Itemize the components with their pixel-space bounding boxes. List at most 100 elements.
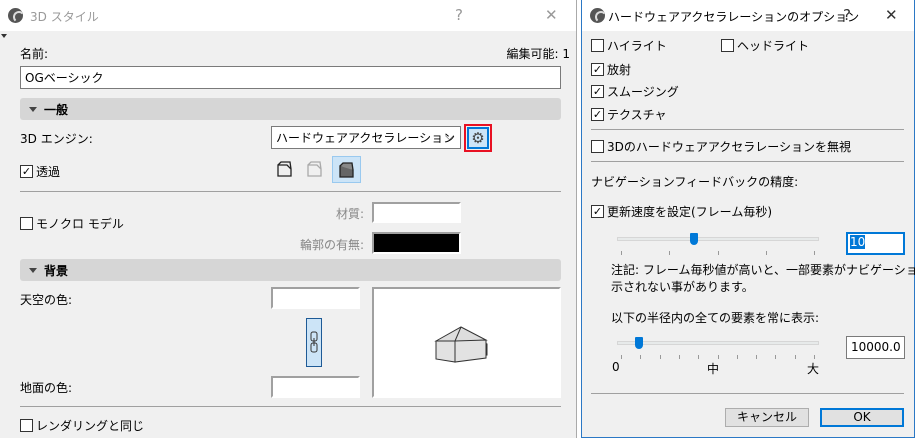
checkbox-icon xyxy=(20,419,33,432)
texture-checkbox[interactable]: ✓ テクスチャ xyxy=(591,106,667,123)
slider-thumb[interactable] xyxy=(635,337,644,349)
same-as-rendering-label: レンダリングと同じ xyxy=(36,419,145,433)
material-color-swatch[interactable] xyxy=(372,202,461,223)
ignore-hw-acceleration-label: 3Dのハードウェアアクセラレーションを無視 xyxy=(607,140,852,154)
checkbox-icon xyxy=(20,217,33,230)
divider xyxy=(20,406,561,407)
tick xyxy=(678,355,680,359)
tick xyxy=(659,355,661,359)
tick xyxy=(669,251,670,255)
monochrome-label: モノクロ モデル xyxy=(36,217,124,231)
monochrome-checkbox[interactable]: モノクロ モデル xyxy=(20,215,124,232)
scale-mid-label: 中 xyxy=(707,362,720,376)
background-preview xyxy=(372,287,561,398)
ground-color-label: 地面の色: xyxy=(20,381,73,395)
house-preview-icon xyxy=(434,326,488,363)
smoothing-checkbox[interactable]: ✓ スムージング xyxy=(591,83,679,100)
general-section-header[interactable]: 一般 xyxy=(20,98,561,120)
help-button[interactable]: ? xyxy=(843,6,851,24)
shaded-mode-button[interactable] xyxy=(332,156,361,183)
sky-color-swatch[interactable] xyxy=(271,287,360,309)
engine-settings-button[interactable]: ⚙ xyxy=(464,124,492,152)
engine-label: 3D エンジン: xyxy=(20,132,93,146)
background-section-header[interactable]: 背景 xyxy=(20,259,561,281)
scale-max-label: 大 xyxy=(807,362,820,376)
contour-color-swatch[interactable] xyxy=(372,232,461,254)
close-button[interactable]: ✕ xyxy=(885,6,898,24)
checkbox-icon: ✓ xyxy=(591,63,604,76)
checkbox-icon: ✓ xyxy=(591,85,604,98)
transparency-checkbox[interactable]: ✓ 透過 xyxy=(20,163,60,180)
help-button[interactable]: ? xyxy=(455,6,463,24)
dialog-title: 3D スタイル xyxy=(30,10,99,24)
contour-label: 輪郭の有無: xyxy=(299,238,364,252)
checkbox-icon: ✓ xyxy=(20,165,33,178)
radius-slider[interactable] xyxy=(617,336,819,362)
emission-label: 放射 xyxy=(607,63,632,77)
tick xyxy=(814,355,815,359)
scale-min-label: 0 xyxy=(612,360,620,374)
sky-color-label: 天空の色: xyxy=(20,293,73,307)
tick xyxy=(621,355,622,359)
dialog-title: ハードウェアアクセラレーションのオプション xyxy=(608,10,860,24)
tick xyxy=(814,251,815,255)
divider xyxy=(591,161,904,162)
checkbox-icon xyxy=(591,39,604,52)
chain-link-icon xyxy=(310,331,318,353)
tick xyxy=(717,355,719,359)
ground-color-swatch[interactable] xyxy=(271,376,360,398)
collapse-arrow-icon[interactable] xyxy=(1,34,7,38)
wireframe-box-icon xyxy=(277,161,292,177)
ignore-hw-acceleration-checkbox[interactable]: 3Dのハードウェアアクセラレーションを無視 xyxy=(591,138,851,155)
fps-input[interactable]: 10 xyxy=(846,232,905,255)
tick xyxy=(621,251,622,255)
close-button[interactable]: ✕ xyxy=(545,6,558,24)
divider xyxy=(591,129,904,130)
radius-input[interactable]: 10000.0 xyxy=(846,336,905,359)
checkbox-icon xyxy=(591,140,604,153)
hidden-line-mode-button[interactable] xyxy=(306,160,324,178)
divider xyxy=(591,393,904,394)
headlight-label: ヘッドライト xyxy=(737,39,810,53)
ok-button[interactable]: OK xyxy=(820,408,904,427)
note-line: 示されない事があります。 xyxy=(611,280,754,294)
emission-checkbox[interactable]: ✓ 放射 xyxy=(591,61,631,78)
set-rate-checkbox[interactable]: ✓ 更新速度を設定(フレーム毎秒) xyxy=(591,203,772,220)
tick xyxy=(640,355,642,359)
fps-slider[interactable] xyxy=(617,232,819,258)
radius-label: 以下の半径内の全ての要素を常に表示: xyxy=(611,311,820,325)
note-text: 注記: フレーム毎秒値が高いと、一部要素がナビゲーション中表示されない事がありま… xyxy=(611,262,915,296)
wireframe-mode-button[interactable] xyxy=(276,160,294,178)
tick xyxy=(718,251,719,255)
cancel-button[interactable]: キャンセル xyxy=(725,408,809,427)
app-logo-icon xyxy=(590,8,607,23)
gear-icon: ⚙ xyxy=(467,127,489,149)
texture-label: テクスチャ xyxy=(607,108,667,122)
headlight-checkbox[interactable]: ヘッドライト xyxy=(721,37,809,54)
engine-select-value: ハードウェアアクセラレーション xyxy=(276,131,456,145)
name-input[interactable]: OGベーシック xyxy=(20,66,561,89)
checkbox-icon xyxy=(721,39,734,52)
tick xyxy=(698,355,700,359)
material-label: 材質: xyxy=(335,207,364,221)
hardware-acceleration-options-dialog: ハードウェアアクセラレーションのオプション ? ✕ ハイライト ヘッドライト ✓… xyxy=(581,0,915,438)
divider xyxy=(20,191,561,192)
fps-value: 10 xyxy=(850,235,866,249)
3d-style-dialog: 3D スタイル ? ✕ 名前: 編集可能: 1 OGベーシック 一般 3D エン… xyxy=(0,0,577,438)
engine-select[interactable]: ハードウェアアクセラレーション ⌵ xyxy=(271,126,461,149)
chevron-down-icon: ⌵ xyxy=(444,129,454,143)
link-colors-button[interactable] xyxy=(306,318,322,367)
checkbox-icon: ✓ xyxy=(591,205,604,218)
slider-thumb[interactable] xyxy=(689,233,698,245)
nav-precision-label: ナビゲーションフィードバックの精度: xyxy=(591,175,799,189)
slider-track xyxy=(617,341,819,345)
slider-track xyxy=(617,237,819,241)
shaded-box-icon xyxy=(339,162,354,178)
transparency-label: 透過 xyxy=(36,165,61,179)
same-as-rendering-checkbox[interactable]: レンダリングと同じ xyxy=(20,417,144,434)
note-line: 注記: フレーム毎秒値が高いと、一部要素がナビゲーション中表 xyxy=(611,263,915,277)
title-bar: 3D スタイル ? ✕ xyxy=(0,0,576,31)
highlight-checkbox[interactable]: ハイライト xyxy=(591,37,667,54)
hidden-line-box-icon xyxy=(307,161,322,177)
tick xyxy=(775,355,777,359)
